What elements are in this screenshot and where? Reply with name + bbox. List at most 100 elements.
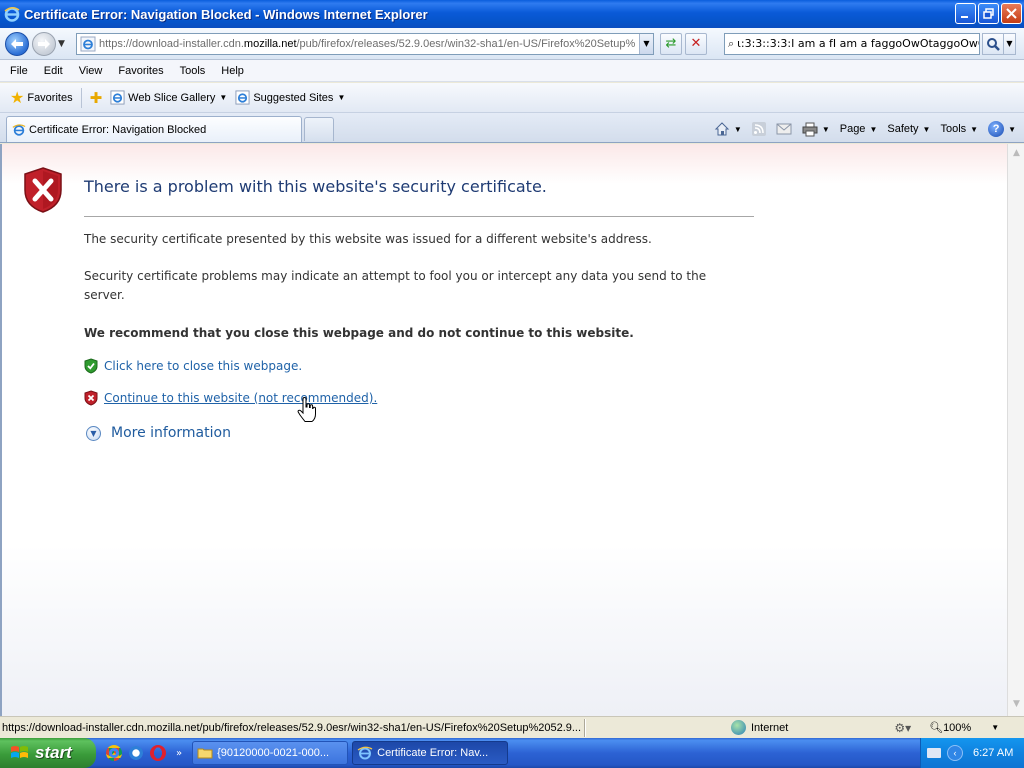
page-menu-label: Page <box>839 123 866 135</box>
minimize-button[interactable] <box>955 3 976 24</box>
ie-icon[interactable] <box>128 745 144 761</box>
menu-favorites[interactable]: Favorites <box>110 65 171 77</box>
zoom-control[interactable]: 🔍︎ 100% ▼ <box>929 721 1000 735</box>
vertical-scrollbar[interactable]: ▲ ▼ <box>1007 144 1024 716</box>
search-provider-icon: ⌕ <box>728 36 735 50</box>
divider <box>84 216 754 217</box>
page-title: There is a problem with this website's s… <box>84 177 547 196</box>
opera-icon[interactable] <box>150 745 166 761</box>
minimize-icon <box>961 16 968 18</box>
taskbar-item-label: {90120000-0021-000... <box>217 747 330 759</box>
chevron-down-icon: ▼ <box>337 93 346 102</box>
zoom-level: 100% <box>943 721 972 734</box>
url-path: /pub/firefox/releases/52.9.0esr/win32-sh… <box>296 37 636 50</box>
feeds-button[interactable] <box>751 122 766 136</box>
scroll-up-icon[interactable]: ▲ <box>1010 148 1023 161</box>
web-slice-gallery-link[interactable]: Web Slice Gallery ▼ <box>110 90 227 105</box>
taskbar-item-folder[interactable]: {90120000-0021-000... <box>192 741 349 765</box>
refresh-icon: ⇄ <box>665 36 677 51</box>
suggested-sites-label: Suggested Sites <box>253 91 334 104</box>
error-shield-icon <box>24 167 62 213</box>
read-mail-button[interactable] <box>776 123 792 135</box>
quick-launch-more-icon[interactable]: » <box>176 748 182 759</box>
chrome-icon[interactable] <box>106 745 122 761</box>
tab-certificate-error[interactable]: Certificate Error: Navigation Blocked <box>6 116 302 142</box>
keyboard-icon[interactable] <box>927 748 941 758</box>
menu-file[interactable]: File <box>0 65 36 77</box>
forward-button[interactable] <box>32 31 56 56</box>
back-button[interactable] <box>5 31 29 56</box>
taskbar-item-ie[interactable]: Certificate Error: Nav... <box>352 741 509 765</box>
home-button[interactable]: ▼ <box>714 121 742 137</box>
safety-menu[interactable]: Safety ▼ <box>887 123 930 135</box>
refresh-button[interactable]: ⇄ <box>660 32 682 55</box>
scroll-down-icon[interactable]: ▼ <box>1010 699 1023 712</box>
more-information-toggle[interactable]: ▼ More information <box>86 425 231 441</box>
title-bar: Certificate Error: Navigation Blocked - … <box>0 0 1024 28</box>
red-shield-icon <box>84 390 98 406</box>
web-slice-gallery-label: Web Slice Gallery <box>128 91 216 104</box>
status-bar: https://download-installer.cdn.mozilla.n… <box>0 716 1024 738</box>
show-hidden-icons-icon[interactable]: ‹ <box>947 745 963 761</box>
window-controls <box>955 3 1022 24</box>
internet-globe-icon <box>731 720 746 735</box>
search-query: ι:3:3::3:3:I am a fI am a faggoOwOtaggoO… <box>737 37 980 50</box>
close-button[interactable] <box>1001 3 1022 24</box>
restore-icon <box>983 8 994 19</box>
zoom-magnifier-icon: 🔍︎ <box>929 722 944 734</box>
certificate-warning-text: Security certificate problems may indica… <box>84 269 707 302</box>
back-arrow-icon <box>11 38 23 49</box>
menu-view[interactable]: View <box>71 65 111 77</box>
chevron-down-icon: ▼ <box>922 124 931 134</box>
chevron-down-icon: ▼ <box>869 124 878 134</box>
system-tray: ‹ 6:27 AM <box>920 738 1024 768</box>
favorites-button[interactable]: ★ Favorites <box>6 86 77 110</box>
close-webpage-label: Click here to close this webpage. <box>104 359 303 373</box>
start-button[interactable]: start <box>0 738 96 768</box>
chevron-down-icon: ▼ <box>733 124 742 134</box>
new-tab-button[interactable] <box>304 117 334 141</box>
folder-icon <box>197 748 213 759</box>
address-dropdown-icon[interactable]: ▼ <box>639 33 653 54</box>
menu-tools[interactable]: Tools <box>172 65 214 77</box>
zone-label: Internet <box>751 721 789 734</box>
continue-to-website-link[interactable]: Continue to this website (not recommende… <box>84 390 377 406</box>
close-webpage-link[interactable]: Click here to close this webpage. <box>84 358 302 374</box>
help-icon: ? <box>988 121 1005 137</box>
status-url: https://download-installer.cdn.mozilla.n… <box>2 721 582 734</box>
chevron-down-icon: ▼ <box>1008 124 1016 134</box>
chevron-down-icon: ▼ <box>991 723 1000 732</box>
page-content: There is a problem with this website's s… <box>0 144 1007 716</box>
security-zone[interactable]: Internet <box>731 720 788 735</box>
window-title: Certificate Error: Navigation Blocked - … <box>24 6 428 22</box>
recent-pages-dropdown-icon[interactable]: ▼ <box>58 39 70 49</box>
tools-menu[interactable]: Tools ▼ <box>940 123 978 135</box>
tab-row: Certificate Error: Navigation Blocked ▼ … <box>0 113 1024 143</box>
clock[interactable]: 6:27 AM <box>973 747 1013 759</box>
quick-launch: » <box>106 745 182 761</box>
close-icon <box>1006 8 1017 19</box>
chevron-down-icon: ▼ <box>970 124 979 134</box>
restore-button[interactable] <box>978 3 999 24</box>
home-icon <box>714 122 730 136</box>
stop-button[interactable]: ✕ <box>685 32 707 55</box>
search-options-dropdown-icon[interactable]: ▼ <box>1004 32 1016 55</box>
protected-mode-icon[interactable]: ⚙▾ <box>894 721 911 735</box>
favorites-label: Favorites <box>27 91 73 104</box>
expand-chevron-icon: ▼ <box>86 425 101 441</box>
address-bar[interactable]: https://download-installer.cdn.mozilla.n… <box>76 32 654 55</box>
magnifier-icon <box>987 37 1000 51</box>
help-menu[interactable]: ? ▼ <box>988 121 1016 137</box>
chevron-down-icon: ▼ <box>219 93 228 102</box>
start-label: start <box>35 743 72 762</box>
suggested-sites-link[interactable]: Suggested Sites ▼ <box>235 90 345 105</box>
print-button[interactable]: ▼ <box>802 121 830 137</box>
search-input[interactable]: ⌕ ι:3:3::3:3:I am a fI am a faggoOwOtagg… <box>724 32 980 55</box>
stop-icon: ✕ <box>690 36 702 51</box>
add-to-favorites-bar-icon[interactable]: ✚ <box>90 89 103 107</box>
menu-bar: File Edit View Favorites Tools Help <box>0 60 1024 82</box>
search-button[interactable] <box>982 32 1004 55</box>
menu-help[interactable]: Help <box>213 65 252 77</box>
menu-edit[interactable]: Edit <box>36 65 71 77</box>
page-menu[interactable]: Page ▼ <box>840 123 878 135</box>
